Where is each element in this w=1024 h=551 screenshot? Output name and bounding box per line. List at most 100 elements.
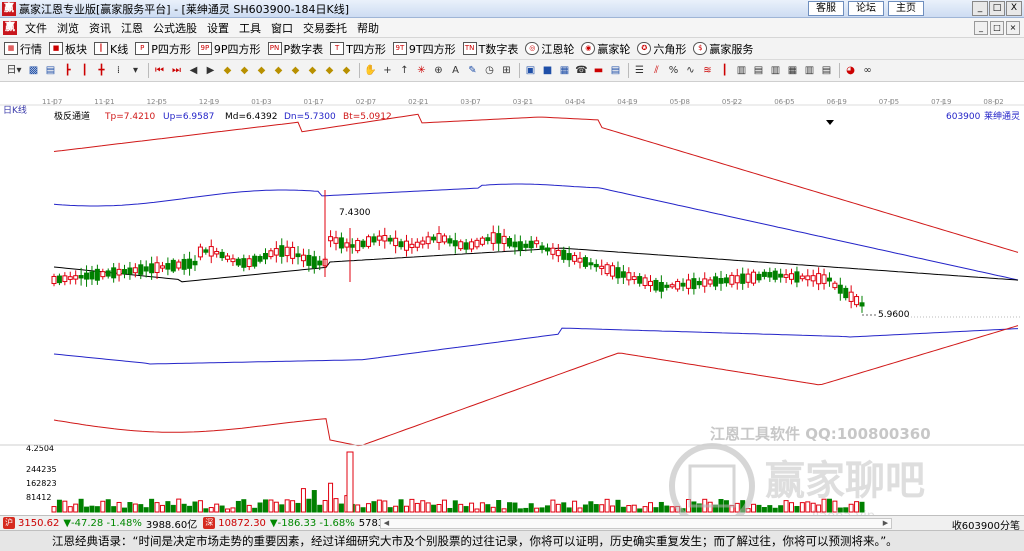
text-tool-icon[interactable]: A (448, 63, 463, 78)
menu-formula[interactable]: 公式选股 (148, 20, 202, 36)
toolbar-button-9[interactable]: ◎ 江恩轮 (525, 41, 574, 57)
status-bar: 沪 3150.62 ▼-47.28 -1.48% 3988.60亿 深 1087… (0, 515, 1024, 532)
menu-file[interactable]: 文件 (20, 20, 52, 36)
save-icon[interactable]: ■ (540, 63, 555, 78)
diamond-icon-2[interactable]: ◆ (237, 63, 252, 78)
menu-trade[interactable]: 交易委托 (298, 20, 352, 36)
clock-icon[interactable]: ◷ (482, 63, 497, 78)
map-icon[interactable]: ▤ (608, 63, 623, 78)
bar-chart-icon[interactable]: ▥ (734, 63, 749, 78)
last-icon[interactable]: ⏭ (169, 63, 184, 78)
volume-bar (127, 502, 133, 513)
watermark-line1: 江恩工具软件 QQ:100800360 (710, 425, 931, 443)
menu-gann[interactable]: 江恩 (116, 20, 148, 36)
toolbar-button-2[interactable]: ┃ K线 (94, 41, 128, 57)
dropdown-icon[interactable]: ▾ (128, 63, 143, 78)
mdi-restore-button[interactable]: □ (990, 21, 1004, 35)
hand-icon[interactable]: ✋ (363, 63, 378, 78)
volume-bar (517, 508, 523, 513)
image-icon[interactable]: ▣ (523, 63, 538, 78)
pattern-icon[interactable]: ▩ (26, 63, 41, 78)
home-link[interactable]: 主页 (888, 1, 924, 16)
diamond-icon-5[interactable]: ◆ (288, 63, 303, 78)
toolbar-button-10[interactable]: ◉ 赢家轮 (581, 41, 630, 57)
diamond-icon-1[interactable]: ◆ (220, 63, 235, 78)
phone-icon[interactable]: ☎ (574, 63, 589, 78)
horizontal-scrollbar[interactable]: ◀ ▶ (380, 518, 892, 529)
diamond-icon-3[interactable]: ◆ (254, 63, 269, 78)
calendar-icon[interactable]: ▤ (43, 63, 58, 78)
crosshair-icon[interactable]: + (380, 63, 395, 78)
dropdown-marker-icon[interactable] (826, 120, 834, 125)
draw-icon[interactable]: ✎ (465, 63, 480, 78)
wave-icon[interactable]: ∿ (683, 63, 698, 78)
candle (680, 278, 686, 292)
bar-chart4-icon[interactable]: ▦ (785, 63, 800, 78)
chart-area[interactable]: 11-07 11-21 12-05 12-19 01-03 01-17 02-07 02-21… (0, 82, 1024, 529)
diamond-icon-6[interactable]: ◆ (305, 63, 320, 78)
toolbar-button-8[interactable]: TN T数字表 (462, 41, 518, 57)
bars-icon[interactable]: ┃ (77, 63, 92, 78)
wave2-icon[interactable]: ≋ (700, 63, 715, 78)
fan-icon[interactable]: ✳ (414, 63, 429, 78)
percent-icon[interactable]: % (666, 63, 681, 78)
forum-link[interactable]: 论坛 (848, 1, 884, 16)
toolbar-button-12[interactable]: $ 赢家服务 (693, 41, 753, 57)
infinity-icon[interactable]: ∞ (860, 63, 875, 78)
menu-tools[interactable]: 工具 (234, 20, 266, 36)
menu-settings[interactable]: 设置 (202, 20, 234, 36)
toolbar-button-7[interactable]: 9T 9T四方形 (392, 41, 456, 57)
toolbar-button-label: 9P四方形 (213, 42, 261, 56)
first-icon[interactable]: ⏮ (152, 63, 167, 78)
toolbar-button-1[interactable]: ■ 板块 (49, 41, 87, 57)
line-type-icon[interactable]: ⁞ (111, 63, 126, 78)
kline2-icon[interactable]: ┃ (717, 63, 732, 78)
gann-quote-bar: 江恩经典语录：“时间是决定市场走势的重要因素，经过详细研究大市及个别股票的过往记… (0, 530, 1024, 551)
candle (485, 233, 491, 245)
table-icon[interactable]: ▦ (557, 63, 572, 78)
candle (219, 249, 225, 261)
bar-chart6-icon[interactable]: ▤ (819, 63, 834, 78)
next-icon[interactable]: ▶ (203, 63, 218, 78)
candle (262, 248, 268, 265)
menu-info[interactable]: 资讯 (84, 20, 116, 36)
menu-help[interactable]: 帮助 (352, 20, 384, 36)
menu-browse[interactable]: 浏览 (52, 20, 84, 36)
bar-chart5-icon[interactable]: ▥ (802, 63, 817, 78)
diamond-icon-8[interactable]: ◆ (339, 63, 354, 78)
scroll-right-icon[interactable]: ▶ (880, 519, 891, 528)
toolbar-button-3[interactable]: P P四方形 (135, 41, 191, 57)
date-tick-label: 01-03 (251, 98, 271, 106)
maximize-button[interactable]: □ (989, 1, 1005, 16)
toolbar-button-5[interactable]: PN P数字表 (267, 41, 323, 57)
close-button[interactable]: X (1006, 1, 1022, 16)
kline-chart[interactable]: 11-07 11-21 12-05 12-19 01-03 01-17 02-07 02-21… (0, 82, 1024, 529)
toolbar-button-0[interactable]: ▦ 行情 (4, 41, 42, 57)
mdi-minimize-button[interactable]: _ (974, 21, 988, 35)
minimize-button[interactable]: _ (972, 1, 988, 16)
toolbar-button-11[interactable]: ✪ 六角形 (637, 41, 686, 57)
candle (176, 259, 182, 271)
diamond-icon-7[interactable]: ◆ (322, 63, 337, 78)
toolbar-button-6[interactable]: T T四方形 (330, 41, 386, 57)
zoom-icon[interactable]: ⊕ (431, 63, 446, 78)
arrow-up-icon[interactable]: ↑ (397, 63, 412, 78)
ruler-icon[interactable]: ⊞ (499, 63, 514, 78)
period-dropdown-icon[interactable]: 日▾ (4, 63, 24, 78)
service-link[interactable]: 客服 (808, 1, 844, 16)
color-wheel-icon[interactable]: ◕ (843, 63, 858, 78)
bar-chart2-icon[interactable]: ▤ (751, 63, 766, 78)
diamond-icon-4[interactable]: ◆ (271, 63, 286, 78)
volume-bar (262, 499, 268, 513)
bars2-icon[interactable]: ╋ (94, 63, 109, 78)
prev-icon[interactable]: ◀ (186, 63, 201, 78)
menu-window[interactable]: 窗口 (266, 20, 298, 36)
mdi-close-button[interactable]: × (1006, 21, 1020, 35)
chart-icon[interactable]: ⫽ (649, 63, 664, 78)
candle-icon[interactable]: ┣ (60, 63, 75, 78)
toolbar-button-4[interactable]: 9P 9P四方形 (197, 41, 261, 57)
truck-icon[interactable]: ▬ (591, 63, 606, 78)
scroll-left-icon[interactable]: ◀ (381, 519, 392, 528)
list-icon[interactable]: ☰ (632, 63, 647, 78)
bar-chart3-icon[interactable]: ▥ (768, 63, 783, 78)
